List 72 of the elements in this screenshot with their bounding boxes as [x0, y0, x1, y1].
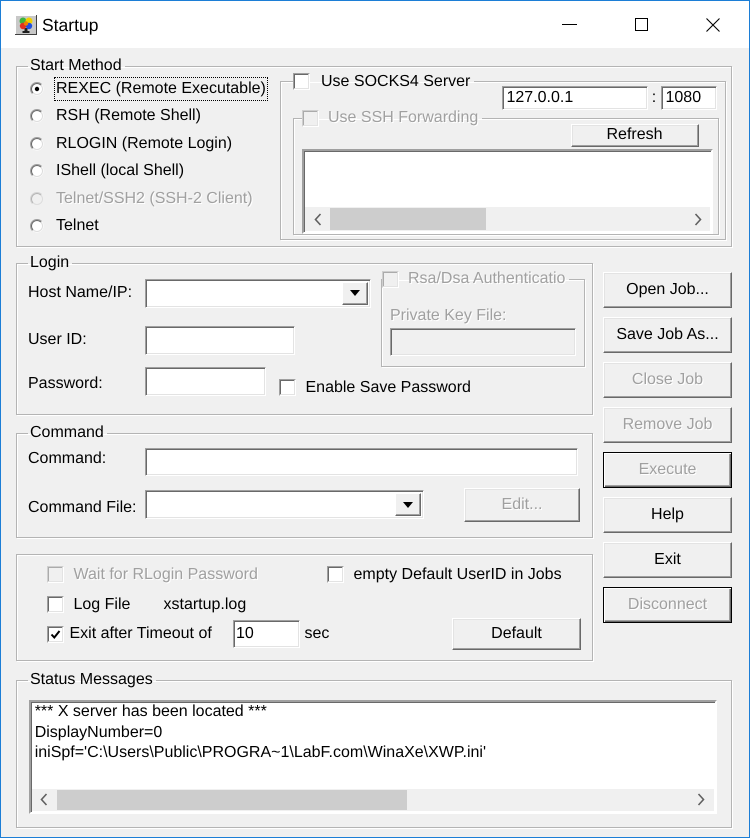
log-line: DisplayNumber=0	[34, 722, 162, 743]
radio-button[interactable]	[30, 136, 44, 151]
radio-label: IShell (local Shell)	[55, 161, 186, 182]
checkbox[interactable]	[46, 596, 64, 614]
radio-label: Telnet/SSH2 (SSH-2 Client)	[55, 188, 254, 209]
radio-label: RSH (Remote Shell)	[55, 106, 202, 126]
window-title: Startup	[42, 14, 98, 36]
default-button[interactable]: Default	[452, 618, 581, 650]
log-line: iniSpf='C:\Users\Public\PROGRA~1\LabF.com\WinaXe\XWP.ini'	[34, 743, 486, 764]
dialog-button[interactable]: Exit	[603, 542, 732, 578]
timeout-field[interactable]: 10	[233, 620, 300, 648]
checkbox[interactable]	[326, 566, 344, 584]
group-title: Status Messages	[30, 671, 153, 690]
password-field[interactable]	[144, 366, 266, 396]
checkbox-label: Enable Save Password	[306, 378, 471, 396]
checkbox-label: Wait for RLogin Password	[74, 564, 258, 585]
dialog-button[interactable]: Open Job...	[603, 272, 732, 308]
dropdown-button[interactable]	[395, 493, 421, 516]
socks-port-field[interactable]: 1080	[660, 86, 716, 110]
maximize-icon[interactable]	[634, 18, 648, 31]
group-title: Command	[30, 424, 104, 442]
checkbox-label: empty Default UserID in Jobs	[354, 564, 562, 585]
checkbox[interactable]	[278, 378, 296, 396]
radio-button[interactable]	[30, 82, 44, 96]
field-label: Command:	[28, 449, 108, 470]
radio-label: RLOGIN (Remote Login)	[55, 134, 234, 154]
group-title: Start Method	[30, 57, 122, 75]
scroll-right-icon[interactable]	[697, 793, 706, 806]
checkbox-label: Exit after Timeout of	[70, 624, 212, 644]
command-field[interactable]	[144, 448, 578, 476]
field-label: Host Name/IP:	[28, 282, 134, 303]
dropdown-button[interactable]	[342, 282, 368, 305]
field-label: Password:	[28, 374, 104, 394]
colored-circles-icon	[15, 14, 37, 34]
horizontal-scrollbar[interactable]	[305, 207, 710, 231]
checkbox-label: Use SOCKS4 Server	[321, 72, 470, 90]
field-label: Private Key File:	[390, 306, 506, 326]
radio-button[interactable]	[30, 164, 44, 178]
caret-icon	[403, 502, 413, 508]
checkbox-label: Log File	[74, 594, 130, 615]
radio-button[interactable]	[30, 219, 44, 234]
scrollbar-thumb[interactable]	[330, 208, 486, 230]
scroll-left-icon[interactable]	[314, 212, 322, 226]
field-label: User ID:	[28, 330, 88, 350]
log-line: *** X server has been located ***	[34, 702, 267, 722]
checkbox-label: Use SSH Forwarding	[328, 109, 478, 127]
close-icon[interactable]	[706, 18, 720, 32]
scrollbar-thumb[interactable]	[56, 790, 407, 810]
checkbox-label: Rsa/Dsa Authenticatio	[408, 270, 566, 288]
host-combo-box[interactable]	[144, 278, 371, 308]
group-title: Login	[30, 254, 70, 272]
port-separator: :	[650, 88, 658, 108]
radio-label: Telnet	[55, 216, 100, 236]
command-file-combo-box[interactable]	[144, 490, 424, 520]
horizontal-scrollbar[interactable]	[32, 788, 714, 811]
radio-button[interactable]	[30, 109, 44, 124]
field-label: Command File:	[28, 498, 138, 518]
log-file-name: xstartup.log	[164, 594, 246, 615]
socks-host-field[interactable]: 127.0.0.1	[502, 86, 648, 110]
radio-label: REXEC (Remote Executable)	[54, 76, 268, 101]
ssh-host-list[interactable]	[302, 149, 713, 234]
scroll-left-icon[interactable]	[40, 793, 48, 806]
dialog-button[interactable]: Help	[603, 497, 732, 532]
caret-icon	[350, 290, 360, 296]
unit-label: sec	[304, 624, 330, 644]
checkbox[interactable]	[46, 626, 64, 643]
user-id-field[interactable]	[144, 326, 294, 355]
status-messages-box[interactable]: *** X server has been located *** DisplayNumber=0 iniSpf='C:\Users\Public\PROGRA~1\LabF.com\WinaXe\XWP.ini'	[28, 700, 717, 814]
scroll-right-icon[interactable]	[694, 212, 702, 226]
dialog-button[interactable]: Save Job As...	[603, 317, 732, 352]
checkbox[interactable]	[293, 73, 310, 90]
minimize-icon[interactable]	[562, 24, 576, 25]
